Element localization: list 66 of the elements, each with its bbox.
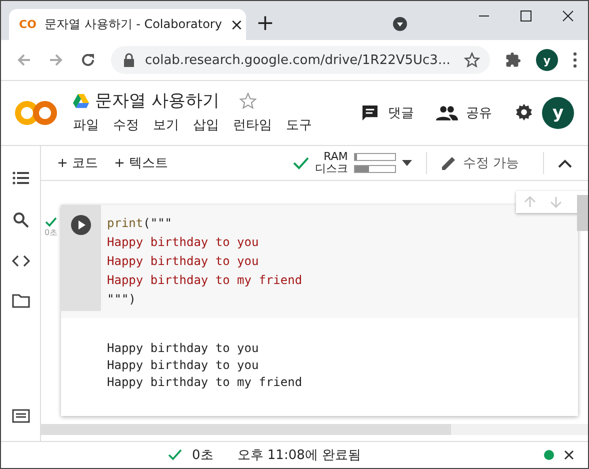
ram-meter <box>354 153 396 161</box>
search-icon[interactable] <box>12 212 28 228</box>
folder-icon[interactable] <box>12 294 30 308</box>
close-icon[interactable] <box>564 450 574 460</box>
puzzle-icon[interactable] <box>504 51 522 69</box>
dropdown-icon[interactable] <box>392 16 408 32</box>
browser-tab[interactable]: CO 문자열 사용하기 - Colaboratory × <box>9 9 246 40</box>
collapse-icon[interactable] <box>558 158 572 168</box>
pencil-icon <box>440 155 457 171</box>
profile-avatar[interactable]: y <box>536 49 558 71</box>
close-icon[interactable] <box>562 10 574 22</box>
code-line: """) <box>107 291 137 308</box>
code-line: Happy birthday to my friend <box>107 272 302 289</box>
check-icon <box>168 449 182 461</box>
colab-logo-icon <box>15 100 57 126</box>
star-icon[interactable] <box>239 92 258 110</box>
completion-status: 오후 11:08에 완료됨 <box>237 447 362 464</box>
reload-icon[interactable] <box>79 51 97 69</box>
ram-label: RAM <box>324 151 348 163</box>
maximize-icon[interactable] <box>520 10 532 22</box>
add-code-button[interactable]: + 코드 <box>57 154 98 172</box>
new-tab-button[interactable]: + <box>256 11 274 36</box>
user-avatar[interactable]: y <box>542 97 574 129</box>
menu-item[interactable]: 런타임 <box>233 116 272 134</box>
code-cell[interactable]: print(""" Happy birthday to you Happy birthday to you Happy birthday to my friend """) Happy birthday to you Happy birthday to you Happy birthday to my friend <box>61 205 578 416</box>
menu-item[interactable]: 보기 <box>153 116 179 134</box>
notebook-title[interactable]: 문자열 사용하기 <box>95 89 220 112</box>
caret-icon[interactable] <box>402 160 412 166</box>
drive-icon <box>73 94 89 108</box>
check-icon <box>45 217 57 227</box>
horizontal-scrollbar[interactable] <box>41 424 451 435</box>
add-text-button[interactable]: + 텍스트 <box>114 154 168 172</box>
more-icon[interactable] <box>572 51 578 69</box>
menu-item[interactable]: 파일 <box>73 116 99 134</box>
table-of-contents-icon[interactable] <box>12 171 30 185</box>
code-line: Happy birthday to you <box>107 253 260 270</box>
output-line: Happy birthday to my friend <box>107 374 304 391</box>
tab-title: 문자열 사용하기 - Colaboratory <box>44 16 222 33</box>
code-icon[interactable] <box>12 255 30 267</box>
elapsed-time: 0초 <box>192 447 214 464</box>
disk-label: 디스크 <box>314 163 348 175</box>
comment-icon[interactable] <box>360 103 380 123</box>
code-line: print(""" <box>107 215 174 232</box>
colab-logo-icon: CO <box>19 18 36 31</box>
url-text: colab.research.google.com/drive/1R22V5Uc3... <box>145 52 452 68</box>
menu-item[interactable]: 도구 <box>286 116 312 134</box>
lock-icon <box>123 53 135 67</box>
edit-mode-button[interactable]: 수정 가능 <box>462 154 519 172</box>
comment-button[interactable]: 댓글 <box>388 104 414 122</box>
output-line: Happy birthday to you <box>107 357 260 374</box>
output-line: Happy birthday to you <box>107 340 260 357</box>
check-icon <box>292 156 309 170</box>
people-icon[interactable] <box>436 105 458 121</box>
settings-icon[interactable] <box>514 103 534 123</box>
share-button[interactable]: 공유 <box>466 104 492 122</box>
address-bar[interactable]: colab.research.google.com/drive/1R22V5Uc3... <box>111 46 490 74</box>
menu-item[interactable]: 삽입 <box>193 116 219 134</box>
vertical-scrollbar[interactable] <box>577 195 588 231</box>
terminal-icon[interactable] <box>12 409 30 423</box>
star-icon[interactable] <box>464 52 480 68</box>
disk-meter <box>354 165 396 173</box>
execution-time: 0초 <box>44 227 58 238</box>
code-line: Happy birthday to you <box>107 234 260 251</box>
run-cell-button[interactable] <box>70 214 92 236</box>
close-tab-button[interactable]: × <box>230 15 244 34</box>
menu-item[interactable]: 수정 <box>113 116 139 134</box>
